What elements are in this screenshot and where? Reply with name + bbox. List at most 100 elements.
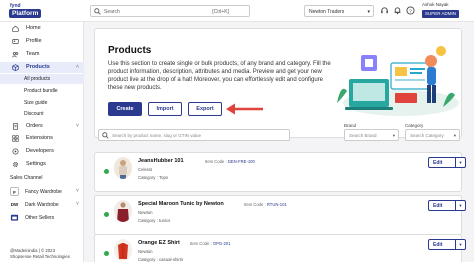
status-active-dot [104, 212, 109, 217]
products-icon [12, 64, 19, 71]
developers-icon [12, 148, 19, 155]
product-name[interactable]: Orange EZ Shirt [138, 240, 180, 246]
sidebar-item-settings[interactable]: Settings [0, 159, 84, 170]
edit-button[interactable]: Edit ▼ [428, 200, 466, 211]
sidebar-item-label: Extensions [26, 135, 53, 141]
sidebar-item-home[interactable]: Home [0, 23, 84, 34]
product-category: Category : Tops [138, 175, 169, 180]
sidebar-subitem-product-bundle[interactable]: Product bundle [0, 86, 84, 96]
create-button[interactable]: Create [108, 102, 142, 116]
product-row[interactable]: Special Maroon Tunic by Newton Item Code… [94, 195, 466, 235]
top-header: fynd Platform Search [Ctrl+K] Newton Tra… [0, 0, 474, 22]
sidebar-item-label: Developers [26, 148, 54, 154]
page-title: Products [108, 45, 152, 56]
edit-button[interactable]: Edit ▼ [428, 239, 466, 250]
sidebar-item-label: Products [26, 64, 50, 70]
category-filter-label: Category [405, 123, 424, 128]
product-category: Category : tunics [138, 218, 171, 223]
product-search-input[interactable]: Search by product name, slug or GTIN val… [98, 129, 290, 141]
product-row[interactable]: Orange EZ Shirt Item Code : OPG-201 Newt… [94, 234, 466, 262]
sidebar-subitem-discount[interactable]: Discount [0, 109, 84, 119]
team-icon [12, 51, 19, 58]
main-content: Products Use this section to create sing… [84, 22, 474, 262]
status-active-dot [104, 169, 109, 174]
sidebar-item-label: Orders [26, 123, 43, 129]
fynd-platform-logo[interactable]: fynd Platform [3, 2, 53, 19]
fancy-wardrobe-logo: F [10, 187, 19, 196]
category-filter-placeholder: Search Category [410, 133, 444, 138]
sidebar-subitem-size-guide[interactable]: Size guide [0, 98, 84, 108]
store-selector-value: Newton Traders [309, 9, 345, 15]
edit-button-label: Edit [433, 203, 443, 209]
product-thumbnail[interactable] [114, 239, 132, 261]
product-brand: Celerat [138, 167, 152, 172]
sidebar-item-label: Team [26, 51, 40, 57]
chevron-down-icon: ˅ [76, 123, 79, 129]
dark-wardrobe-logo: DW [10, 202, 19, 207]
product-row[interactable]: JeansHubber 101 Item Code : DEN-FRE-100 … [94, 152, 466, 192]
item-code-value: DEN-FRE-100 [227, 159, 255, 164]
sidebar-subitem-label: Product bundle [24, 88, 58, 94]
channel-label: Fancy Wardrobe [25, 189, 62, 195]
import-button[interactable]: Import [148, 102, 182, 116]
edit-button[interactable]: Edit ▼ [428, 157, 466, 168]
product-thumbnail[interactable] [114, 157, 132, 179]
left-arrow-annotation [226, 103, 263, 115]
user-role-badge: SUPER ADMIN [422, 10, 460, 18]
help-icon[interactable]: ? [406, 6, 415, 15]
category-filter-select[interactable]: Search Category ▾ [405, 129, 460, 141]
sidebar-item-team[interactable]: Team [0, 49, 84, 60]
footer-line-2: Shopsense Retail Technologies [10, 254, 70, 259]
export-button[interactable]: Export [188, 102, 222, 116]
search-icon [94, 8, 101, 15]
channel-other-sellers[interactable]: Other Sellers [0, 212, 84, 223]
search-icon [102, 132, 109, 139]
product-category: Category : casual-shirts [138, 257, 184, 262]
status-active-dot [104, 251, 109, 256]
user-name[interactable]: Ashok Nayak [422, 2, 449, 7]
search-placeholder: Search by product name, slug or GTIN val… [112, 133, 202, 138]
sidebar-item-developers[interactable]: Developers [0, 146, 84, 157]
product-brand: Newton [138, 210, 153, 215]
products-illustration [337, 46, 459, 116]
sidebar-item-orders[interactable]: Orders ˅ [0, 121, 84, 132]
store-selector[interactable]: Newton Traders ▾ [304, 5, 374, 17]
page-description: Use this section to create single or bul… [108, 61, 331, 91]
product-name[interactable]: JeansHubber 101 [138, 158, 184, 164]
logo-main-text: Platform [9, 9, 42, 18]
sidebar-item-label: Home [26, 25, 41, 31]
chevron-down-icon[interactable]: ▼ [455, 201, 465, 210]
chevron-down-icon: ˅ [76, 201, 79, 207]
item-code-value: OPG-201 [212, 241, 231, 246]
chevron-down-icon: ▾ [367, 9, 370, 15]
channel-dark-wardrobe[interactable]: DW Dark Wardrobe ˅ [0, 199, 84, 210]
chevron-down-icon: ▾ [453, 133, 456, 138]
sidebar-subitem-label: All products [24, 76, 51, 82]
channel-fancy-wardrobe[interactable]: F Fancy Wardrobe ˅ [0, 186, 84, 197]
search-shortcut: [Ctrl+K] [212, 9, 229, 15]
sidebar: Home Profile Team Products ˄ All product… [0, 22, 84, 262]
sidebar-item-extensions[interactable]: Extensions [0, 133, 84, 144]
item-code-value: RTUN-101 [266, 202, 287, 207]
global-search-input[interactable]: Search [Ctrl+K] [90, 5, 250, 17]
sidebar-item-products[interactable]: Products ˄ [0, 62, 84, 73]
sidebar-subitem-all-products[interactable]: All products [0, 74, 84, 84]
chevron-down-icon[interactable]: ▼ [455, 240, 465, 249]
gear-icon [12, 161, 19, 168]
item-code: Item Code : OPG-201 [190, 241, 231, 246]
product-name[interactable]: Special Maroon Tunic by Newton [138, 201, 224, 207]
search-placeholder: Search [104, 9, 120, 15]
item-code-label: Item Code : [244, 202, 266, 207]
product-thumbnail[interactable] [114, 200, 132, 222]
chevron-down-icon[interactable]: ▼ [455, 158, 465, 167]
channel-label: Other Sellers [25, 215, 55, 221]
bell-icon[interactable] [393, 6, 402, 15]
sidebar-item-label: Profile [26, 38, 42, 44]
product-brand: Newton [138, 249, 153, 254]
sidebar-item-profile[interactable]: Profile [0, 36, 84, 47]
edit-button-label: Edit [433, 242, 443, 248]
headset-icon[interactable] [380, 6, 389, 15]
sidebar-subitem-label: Discount [24, 111, 44, 117]
sidebar-subitem-label: Size guide [24, 100, 48, 106]
brand-filter-select[interactable]: Search Brand ▾ [344, 129, 399, 141]
